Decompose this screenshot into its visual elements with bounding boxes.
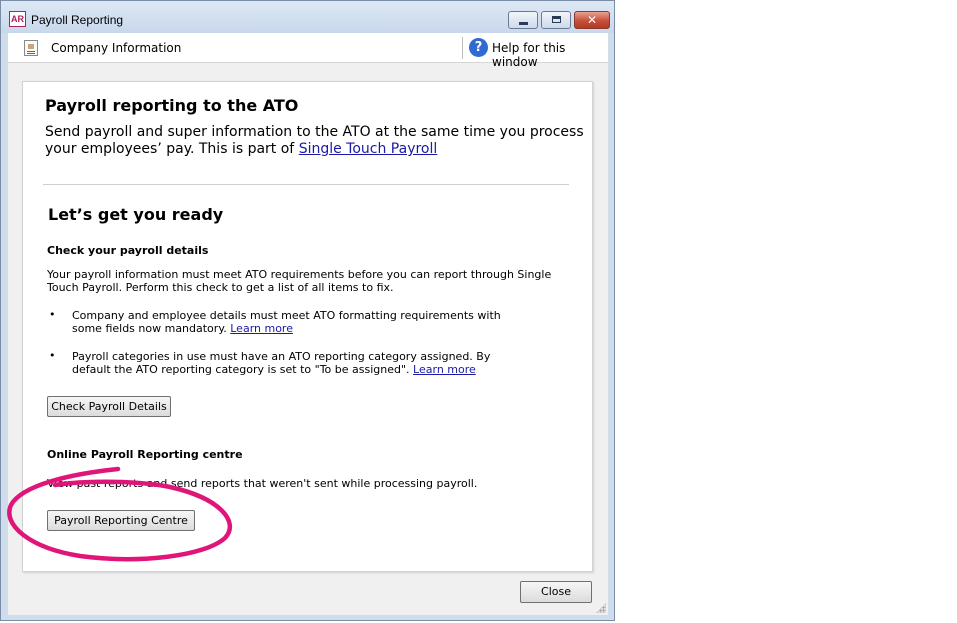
ready-heading: Let’s get you ready	[48, 205, 224, 224]
window-title: Payroll Reporting	[31, 13, 124, 27]
help-for-window-link[interactable]: Help for this window	[492, 41, 608, 69]
company-information-icon[interactable]	[24, 40, 38, 56]
bullet-marker: •	[49, 349, 56, 362]
section-divider	[43, 184, 569, 185]
toolbar: Company Information ? Help for this wind…	[8, 33, 608, 69]
app-logo-icon: AR	[9, 11, 26, 27]
bullet-marker: •	[49, 308, 56, 321]
check-payroll-description: Your payroll information must meet ATO r…	[47, 268, 552, 294]
single-touch-payroll-link[interactable]: Single Touch Payroll	[299, 141, 438, 157]
minimize-icon	[519, 22, 528, 25]
bullet-item: Company and employee details must meet A…	[72, 309, 532, 335]
close-button[interactable]: Close	[520, 581, 592, 603]
company-information-link[interactable]: Company Information	[51, 41, 181, 55]
payroll-reporting-window: AR Payroll Reporting ✕ Company Informati…	[0, 0, 615, 621]
payroll-reporting-centre-button[interactable]: Payroll Reporting Centre	[47, 510, 195, 531]
page-title: Payroll reporting to the ATO	[45, 96, 299, 115]
online-reporting-heading: Online Payroll Reporting centre	[47, 448, 243, 461]
minimize-button[interactable]	[508, 11, 538, 29]
window-close-button[interactable]: ✕	[574, 11, 610, 29]
check-payroll-details-button[interactable]: Check Payroll Details	[47, 396, 171, 417]
learn-more-link[interactable]: Learn more	[230, 322, 293, 335]
help-icon[interactable]: ?	[469, 38, 488, 57]
maximize-icon	[552, 16, 561, 23]
maximize-button[interactable]	[541, 11, 571, 29]
content-panel: Payroll reporting to the ATO Send payrol…	[22, 81, 593, 572]
learn-more-link[interactable]: Learn more	[413, 363, 476, 376]
online-reporting-description: View past reports and send reports that …	[47, 477, 478, 490]
close-icon: ✕	[586, 13, 598, 27]
intro-text: Send payroll and super information to th…	[45, 124, 585, 158]
bullet-item: Payroll categories in use must have an A…	[72, 350, 502, 376]
check-payroll-heading: Check your payroll details	[47, 244, 209, 257]
resize-grip[interactable]	[596, 603, 606, 613]
window-body: Company Information ? Help for this wind…	[8, 33, 608, 615]
title-bar[interactable]: AR Payroll Reporting ✕	[1, 1, 614, 33]
toolbar-divider	[462, 37, 463, 59]
